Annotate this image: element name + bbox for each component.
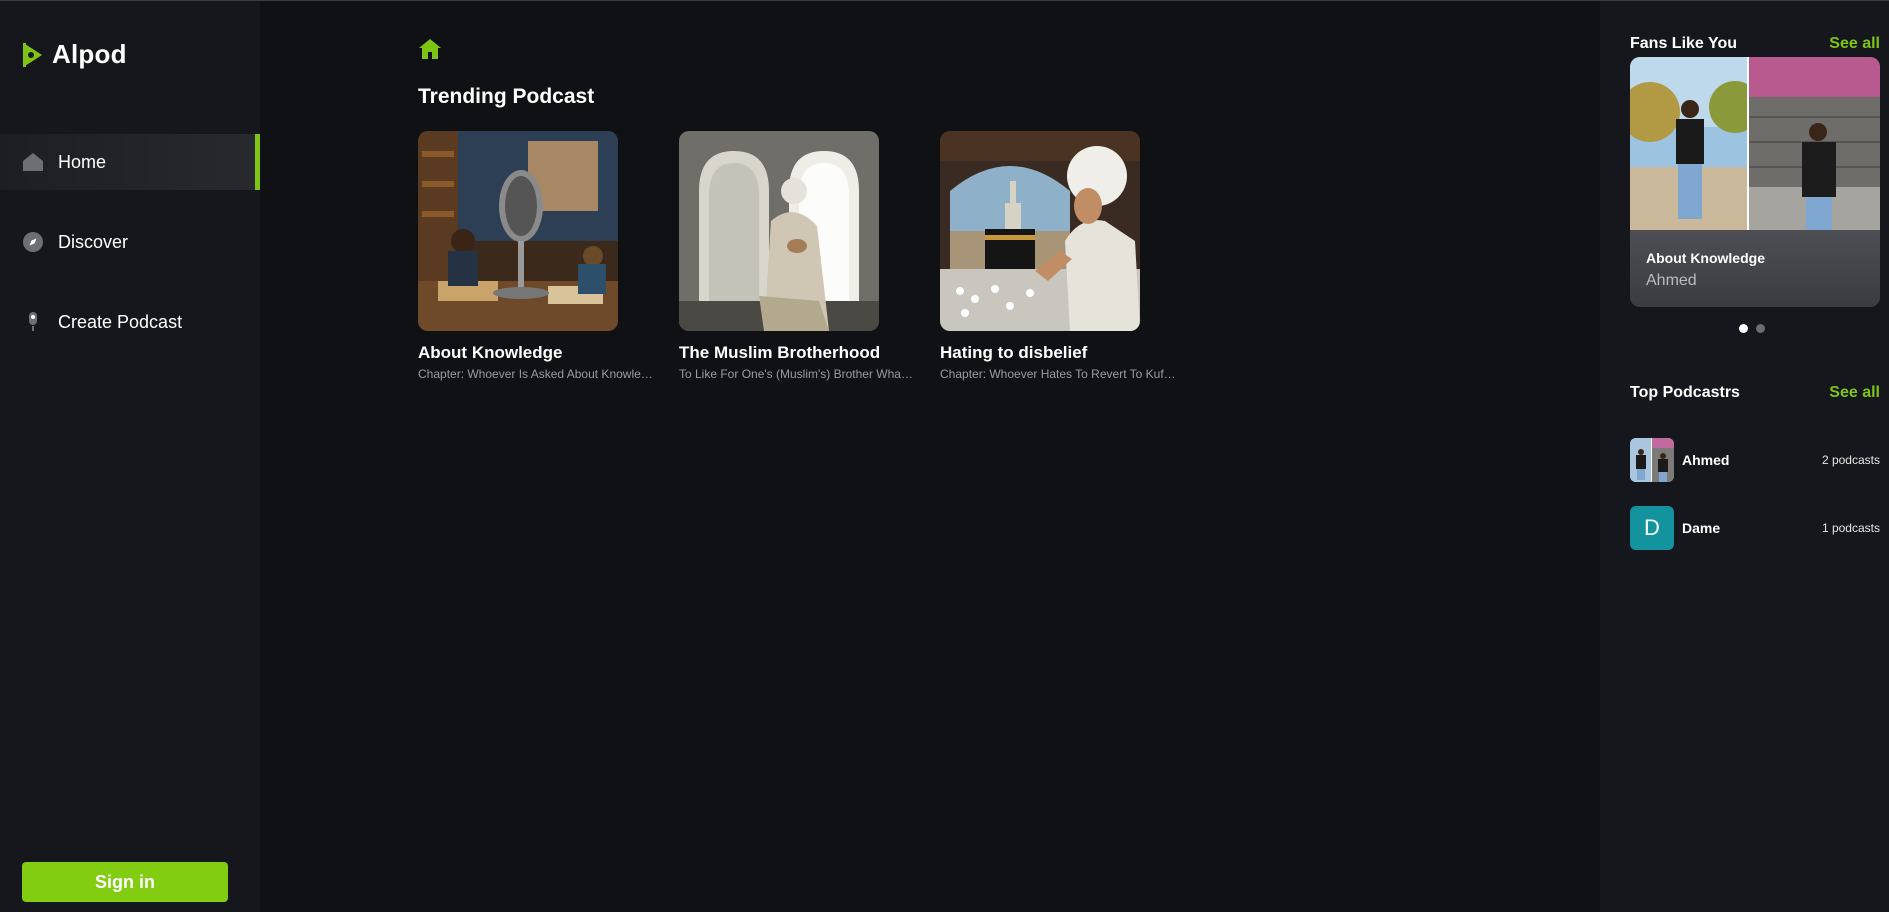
podcaster-row[interactable]: Ahmed 2 podcasts (1630, 438, 1880, 482)
home-icon (22, 151, 44, 173)
top-podcasters-see-all-link[interactable]: See all (1829, 384, 1880, 402)
avatar (1630, 438, 1674, 482)
app-logo[interactable]: Alpod (22, 39, 127, 70)
avatar: D (1630, 506, 1674, 550)
fan-carousel-card[interactable]: About Knowledge Ahmed (1630, 57, 1880, 307)
logo-icon (23, 42, 42, 67)
fan-card-title: About Knowledge (1646, 250, 1765, 266)
podcaster-row[interactable]: D Dame 1 podcasts (1630, 506, 1880, 550)
left-sidebar: Alpod Home Discover Create Podcast Sign … (0, 1, 260, 912)
sidebar-item-create-podcast[interactable]: Create Podcast (0, 294, 260, 350)
podcast-card[interactable]: Hating to disbelief Chapter: Whoever Hat… (940, 131, 1176, 381)
podcast-subtitle: Chapter: Whoever Is Asked About Knowledg… (418, 367, 654, 381)
podcast-subtitle: Chapter: Whoever Hates To Revert To Kufr… (940, 367, 1176, 381)
sidebar-item-label: Discover (58, 231, 129, 252)
podcast-title[interactable]: The Muslim Brotherhood (679, 343, 915, 363)
sidebar-item-label: Home (58, 151, 107, 172)
microphone-icon (22, 311, 44, 333)
section-title: Trending Podcast (418, 85, 595, 108)
podcast-cover-image[interactable] (940, 131, 1140, 331)
main-content: Trending Podcast About Knowledge Chapter… (260, 1, 1600, 912)
fans-like-you-title: Fans Like You (1630, 35, 1737, 52)
top-podcasters-header: Top Podcastrs See all (1630, 384, 1880, 402)
podcast-subtitle: To Like For One's (Muslim's) Brother Wha… (679, 367, 915, 381)
fan-card-image (1630, 57, 1880, 230)
podcast-card[interactable]: About Knowledge Chapter: Whoever Is Aske… (418, 131, 654, 381)
podcaster-name[interactable]: Ahmed (1682, 452, 1822, 468)
top-podcasters-title: Top Podcastrs (1630, 384, 1740, 401)
fan-card-author: Ahmed (1646, 272, 1697, 289)
compass-icon (22, 231, 44, 253)
podcast-count: 1 podcasts (1821, 521, 1880, 535)
sidebar-item-home[interactable]: Home (0, 134, 260, 190)
sidebar-item-label: Create Podcast (58, 311, 183, 332)
podcast-count: 2 podcasts (1821, 453, 1880, 467)
podcast-card[interactable]: The Muslim Brotherhood To Like For One's… (679, 131, 915, 381)
right-sidebar: Fans Like You See all About Knowledge Ah… (1600, 1, 1889, 912)
fans-see-all-link[interactable]: See all (1829, 35, 1880, 53)
podcast-cover-image[interactable] (418, 131, 618, 331)
carousel-dot[interactable] (1756, 324, 1765, 333)
podcast-title[interactable]: About Knowledge (418, 343, 654, 363)
home-icon[interactable] (418, 38, 442, 60)
app-name: Alpod (52, 39, 127, 69)
sidebar-item-discover[interactable]: Discover (0, 214, 260, 270)
podcast-title[interactable]: Hating to disbelief (940, 343, 1176, 363)
podcast-cover-image[interactable] (679, 131, 879, 331)
fan-card-caption: About Knowledge Ahmed (1630, 230, 1880, 307)
carousel-dots (1739, 324, 1765, 333)
sign-in-button[interactable]: Sign in (22, 862, 228, 902)
podcaster-name[interactable]: Dame (1682, 520, 1822, 536)
carousel-dot-active[interactable] (1739, 324, 1748, 333)
fans-like-you-header: Fans Like You See all (1630, 35, 1880, 53)
